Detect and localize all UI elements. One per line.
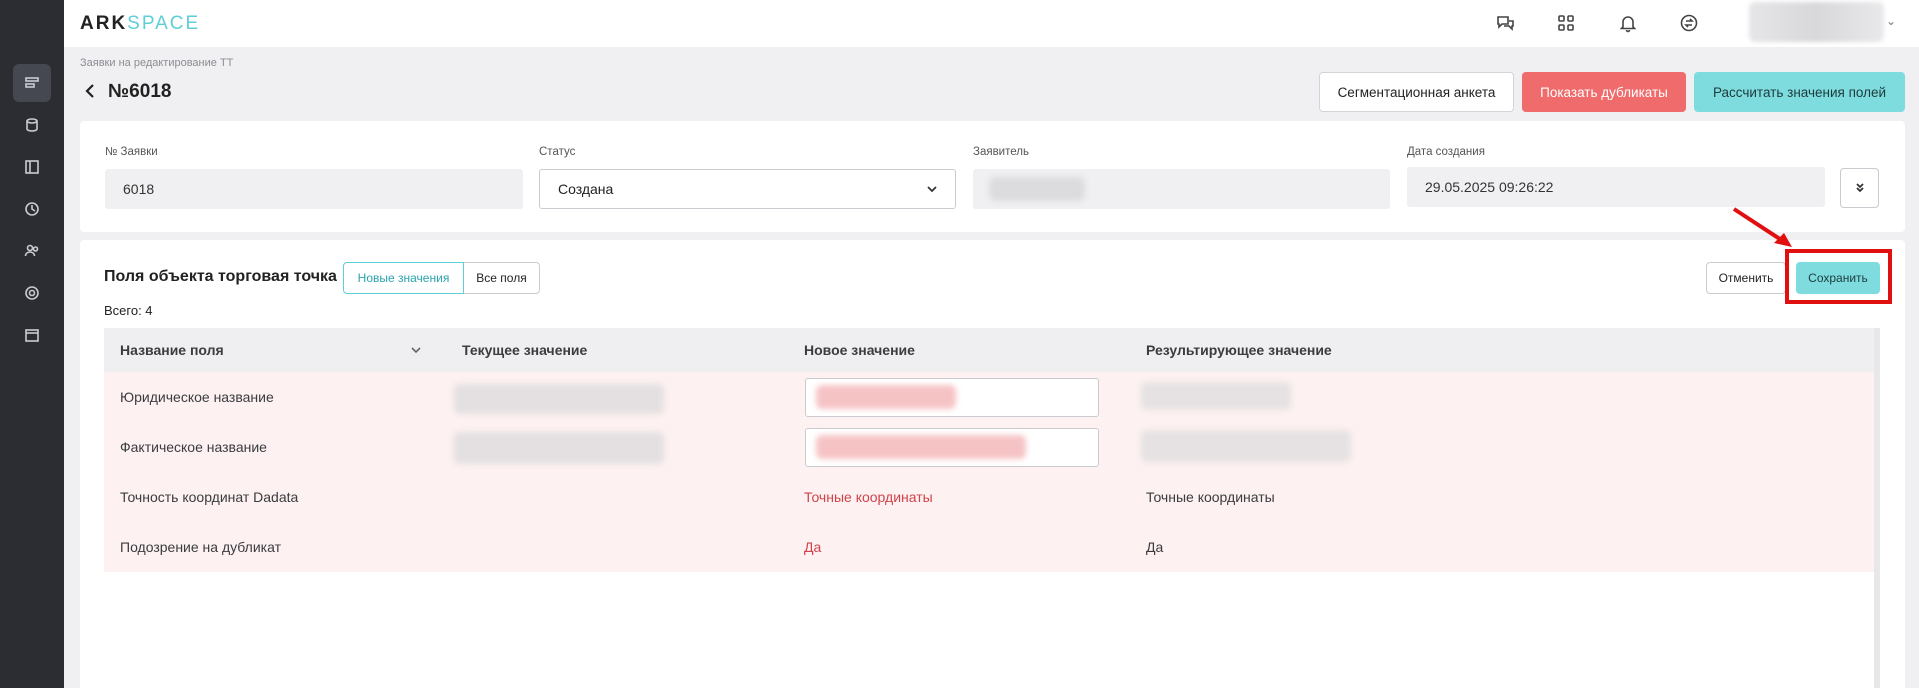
created-date-field: 29.05.2025 09:26:22 (1407, 167, 1825, 207)
sidebar (0, 0, 64, 688)
chat-question-icon[interactable] (1492, 10, 1518, 36)
field-name-cell: Юридическое название (120, 389, 274, 405)
back-arrow-icon[interactable] (84, 82, 100, 100)
status-label: Статус (539, 146, 576, 158)
topbar: ARKSPACE ⌄ (64, 0, 1919, 47)
apps-grid-icon[interactable] (1553, 10, 1579, 36)
request-no-label: № Заявки (105, 146, 158, 158)
total-count: Всего: 4 (104, 303, 153, 318)
current-value-redacted (454, 432, 664, 464)
chevron-down-icon[interactable] (410, 343, 424, 357)
table-row: Подозрение на дубликат Да Да (104, 522, 1874, 572)
requests-icon (25, 77, 39, 88)
toggle-all-fields[interactable]: Все поля (464, 262, 540, 294)
table-header: Название поля Текущее значение Новое зна… (104, 328, 1879, 372)
field-name-cell: Подозрение на дубликат (120, 539, 281, 555)
status-select[interactable]: Создана (539, 169, 956, 209)
new-value-redacted (816, 385, 956, 409)
column-header-field-name[interactable]: Название поля (120, 342, 224, 358)
sidebar-item-layout[interactable] (13, 148, 51, 186)
applicant-field (973, 169, 1390, 209)
segmentation-button[interactable]: Сегментационная анкета (1319, 72, 1514, 112)
bell-icon[interactable] (1615, 10, 1641, 36)
request-no-field: 6018 (105, 169, 523, 209)
database-icon (26, 118, 38, 132)
sidebar-item-settings[interactable] (13, 274, 51, 312)
sidebar-item-history[interactable] (13, 190, 51, 228)
created-date-label: Дата создания (1407, 146, 1485, 158)
double-chevron-down-icon (1855, 183, 1864, 193)
sidebar-item-calendar[interactable] (13, 316, 51, 354)
new-value-cell: Да (804, 539, 822, 555)
section-title: Поля объекта торговая точка (104, 268, 337, 285)
table-row: Точность координат Dadata Точные координ… (104, 472, 1874, 522)
column-header-new: Новое значение (804, 342, 915, 358)
table-row: Фактическое название (104, 422, 1874, 472)
result-value-redacted (1141, 430, 1351, 462)
annotation-highlight-box (1785, 249, 1892, 304)
history-icon (25, 202, 39, 216)
breadcrumb[interactable]: Заявки на редактирование ТТ (80, 57, 233, 69)
expand-details-button[interactable] (1840, 168, 1879, 208)
users-icon (24, 244, 39, 257)
annotation-arrow-icon (1732, 207, 1792, 247)
cancel-button[interactable]: Отменить (1706, 262, 1786, 294)
chevron-down-icon (925, 182, 939, 196)
chevron-down-icon[interactable]: ⌄ (1886, 14, 1896, 28)
user-profile[interactable] (1749, 2, 1884, 42)
table-scrollbar[interactable] (1874, 328, 1880, 688)
page-title: №6018 (108, 81, 172, 102)
column-header-current: Текущее значение (462, 342, 588, 358)
result-value-cell: Точные координаты (1146, 489, 1275, 505)
result-value-cell: Да (1146, 539, 1164, 555)
show-duplicates-button[interactable]: Показать дубликаты (1522, 72, 1686, 112)
field-name-cell: Фактическое название (120, 439, 267, 455)
layout-icon (25, 160, 39, 174)
sync-icon[interactable] (1676, 10, 1702, 36)
result-value-redacted (1141, 382, 1291, 410)
applicant-redacted (989, 177, 1085, 201)
new-value-input[interactable] (805, 428, 1099, 467)
calendar-icon (25, 329, 39, 342)
sidebar-item-requests[interactable] (13, 64, 51, 102)
settings-icon (25, 286, 39, 300)
sidebar-item-database[interactable] (13, 106, 51, 144)
new-value-input[interactable] (805, 378, 1099, 417)
calculate-fields-button[interactable]: Рассчитать значения полей (1694, 72, 1905, 112)
table-row: Юридическое название (104, 372, 1874, 422)
column-header-result: Результирующее значение (1146, 342, 1332, 358)
new-value-redacted (816, 435, 1026, 459)
new-value-cell: Точные координаты (804, 489, 933, 505)
applicant-label: Заявитель (973, 146, 1029, 158)
current-value-redacted (454, 384, 664, 414)
toggle-new-values[interactable]: Новые значения (343, 262, 464, 294)
field-name-cell: Точность координат Dadata (120, 489, 299, 505)
status-value: Создана (558, 181, 614, 197)
sidebar-item-users[interactable] (13, 232, 51, 270)
app-logo[interactable]: ARKSPACE (80, 13, 200, 35)
